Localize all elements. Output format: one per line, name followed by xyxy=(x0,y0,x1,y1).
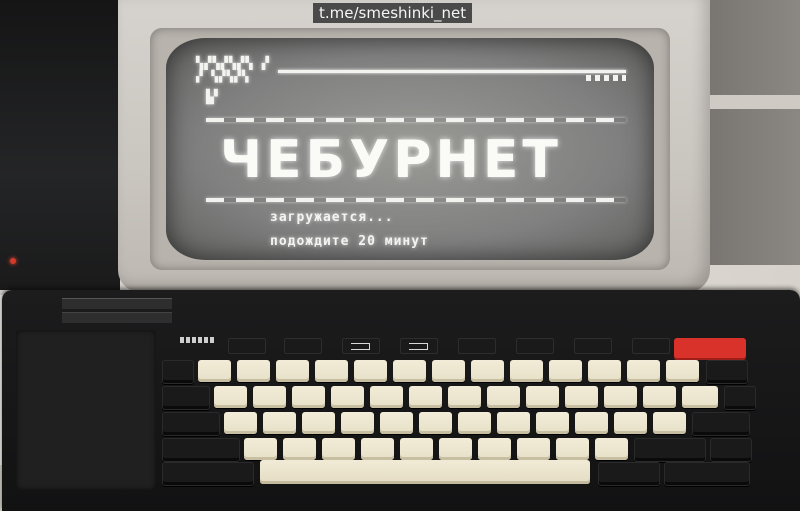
keycap[interactable] xyxy=(214,386,247,408)
side-panel xyxy=(16,330,156,490)
keycap[interactable] xyxy=(276,360,309,382)
keycap[interactable] xyxy=(448,386,481,408)
keycap[interactable] xyxy=(244,438,277,460)
monitor-bezel: ▚▞▚▞▚▞▚ ▞ ▞ ▚▞▚▞▚ ▙▘ ЧЕБУРНЕТ загружаетс… xyxy=(150,28,670,270)
function-key[interactable] xyxy=(632,338,670,354)
keycap[interactable] xyxy=(198,360,231,382)
function-key[interactable] xyxy=(284,338,322,354)
wait-message: подождите 20 минут xyxy=(270,234,429,249)
crt-monitor: ▚▞▚▞▚▞▚ ▞ ▞ ▚▞▚▞▚ ▙▘ ЧЕБУРНЕТ загружаетс… xyxy=(118,0,710,292)
screen-header-text: ▚▞▚▞▚▞▚ ▞ xyxy=(196,56,271,70)
keycap[interactable] xyxy=(292,386,325,408)
keycap[interactable] xyxy=(556,438,589,460)
computer-keyboard-unit xyxy=(2,290,800,511)
arrow-icon xyxy=(409,343,428,350)
function-key[interactable] xyxy=(516,338,554,354)
keycap[interactable] xyxy=(253,386,286,408)
dark-key[interactable] xyxy=(162,386,210,410)
keycap[interactable] xyxy=(497,412,530,434)
arrow-icon xyxy=(351,343,370,350)
dark-key[interactable] xyxy=(162,360,194,384)
keycap[interactable] xyxy=(419,412,452,434)
keycap[interactable] xyxy=(341,412,374,434)
keycap[interactable] xyxy=(653,412,686,434)
function-key[interactable] xyxy=(228,338,266,354)
keycap[interactable] xyxy=(549,360,582,382)
function-key[interactable] xyxy=(458,338,496,354)
keycap[interactable] xyxy=(370,386,403,408)
screen-header-text-2: ▞ ▚▞▚▞▚ xyxy=(196,70,250,83)
brand-logo xyxy=(180,337,216,343)
keycap[interactable] xyxy=(595,438,628,460)
keycap[interactable] xyxy=(322,438,355,460)
crt-screen: ▚▞▚▞▚▞▚ ▞ ▞ ▚▞▚▞▚ ▙▘ ЧЕБУРНЕТ загружаетс… xyxy=(166,38,654,260)
dark-key[interactable] xyxy=(162,412,220,436)
keycap[interactable] xyxy=(487,386,520,408)
keycap[interactable] xyxy=(536,412,569,434)
keycap[interactable] xyxy=(682,386,718,408)
keycap[interactable] xyxy=(302,412,335,434)
dark-key[interactable] xyxy=(710,438,752,462)
keycap[interactable] xyxy=(439,438,472,460)
dark-key[interactable] xyxy=(724,386,756,410)
keycap[interactable] xyxy=(380,412,413,434)
brand-plate-lower xyxy=(62,312,216,343)
dark-key[interactable] xyxy=(664,462,750,486)
keycap[interactable] xyxy=(478,438,511,460)
function-key[interactable] xyxy=(400,338,438,354)
screen-progress-marks xyxy=(586,75,626,81)
keycap[interactable] xyxy=(400,438,433,460)
keycap[interactable] xyxy=(354,360,387,382)
keycap[interactable] xyxy=(263,412,296,434)
keycap[interactable] xyxy=(224,412,257,434)
keycap[interactable] xyxy=(361,438,394,460)
keycap[interactable] xyxy=(517,438,550,460)
space-bar[interactable] xyxy=(260,460,590,484)
keycap[interactable] xyxy=(393,360,426,382)
left-equipment xyxy=(0,0,120,290)
red-led-indicator xyxy=(10,258,16,264)
dark-key[interactable] xyxy=(706,360,748,384)
keycap[interactable] xyxy=(643,386,676,408)
red-key[interactable] xyxy=(674,338,746,360)
keycap[interactable] xyxy=(575,412,608,434)
keycap[interactable] xyxy=(604,386,637,408)
dashed-separator-bottom xyxy=(206,198,626,202)
dashed-separator-top xyxy=(206,118,626,122)
keycap[interactable] xyxy=(283,438,316,460)
keycap[interactable] xyxy=(588,360,621,382)
keycap[interactable] xyxy=(315,360,348,382)
keycap[interactable] xyxy=(331,386,364,408)
right-shelf xyxy=(700,95,800,109)
keycap[interactable] xyxy=(432,360,465,382)
dark-key[interactable] xyxy=(634,438,706,462)
keycap[interactable] xyxy=(526,386,559,408)
keycap[interactable] xyxy=(409,386,442,408)
screen-title: ЧЕБУРНЕТ xyxy=(220,130,562,190)
screen-progress-line xyxy=(278,70,626,73)
photo-scene: ▚▞▚▞▚▞▚ ▞ ▞ ▚▞▚▞▚ ▙▘ ЧЕБУРНЕТ загружаетс… xyxy=(0,0,800,511)
loading-message: загружается... xyxy=(270,210,394,225)
keycap[interactable] xyxy=(627,360,660,382)
keycap[interactable] xyxy=(458,412,491,434)
dark-key[interactable] xyxy=(162,462,254,486)
function-key[interactable] xyxy=(574,338,612,354)
cursor-glyph: ▙▘ xyxy=(206,90,222,105)
keycap[interactable] xyxy=(510,360,543,382)
keycap[interactable] xyxy=(471,360,504,382)
brand-plate xyxy=(62,298,172,309)
watermark-text: t.me/smeshinki_net xyxy=(313,3,473,23)
keycap[interactable] xyxy=(565,386,598,408)
dark-key[interactable] xyxy=(692,412,750,436)
keycap[interactable] xyxy=(666,360,699,382)
function-key[interactable] xyxy=(342,338,380,354)
keycap[interactable] xyxy=(237,360,270,382)
dark-key[interactable] xyxy=(162,438,240,462)
dark-key[interactable] xyxy=(598,462,660,486)
keycap[interactable] xyxy=(614,412,647,434)
